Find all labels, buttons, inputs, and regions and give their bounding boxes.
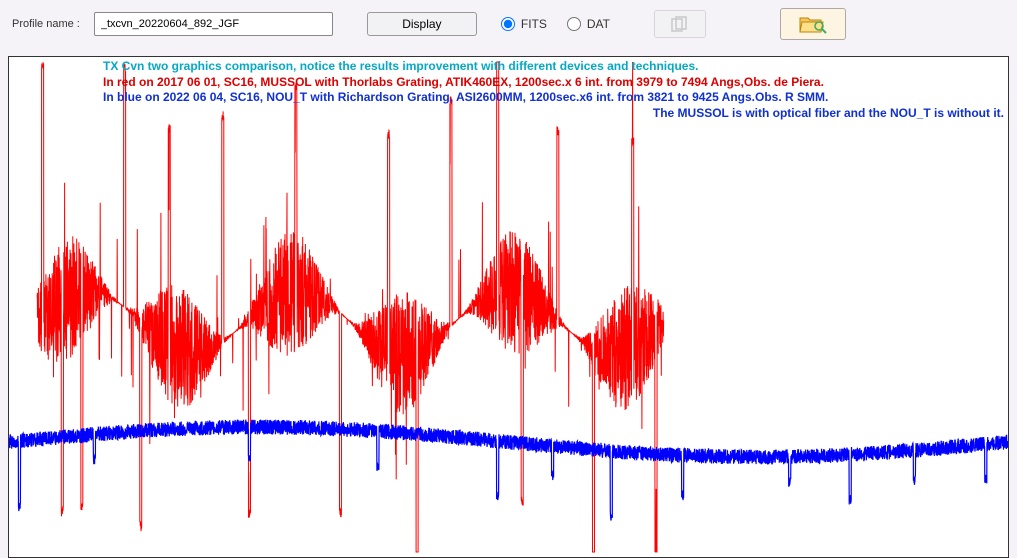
profile-name-input[interactable] (94, 12, 333, 36)
radio-dat-input[interactable] (567, 17, 581, 31)
format-radio-group: FITS DAT (501, 17, 610, 31)
copy-button (654, 10, 706, 38)
spectrum-plot (9, 57, 1008, 557)
radio-dat[interactable]: DAT (567, 17, 610, 31)
browse-button[interactable] (780, 8, 846, 40)
copy-icon (671, 16, 689, 32)
chart-annotation: TX Cvn two graphics comparison, notice t… (103, 59, 1004, 121)
series-blue (9, 420, 1008, 521)
folder-search-icon (799, 13, 827, 35)
chart-area[interactable]: TX Cvn two graphics comparison, notice t… (8, 56, 1009, 558)
annot-blue: In blue on 2022 06 04, SC16, NOU_T with … (103, 90, 1004, 106)
annot-note: The MUSSOL is with optical fiber and the… (103, 106, 1004, 122)
annot-red: In red on 2017 06 01, SC16, MUSSOL with … (103, 75, 1004, 91)
series-red (37, 62, 664, 552)
radio-fits-input[interactable] (501, 17, 515, 31)
radio-fits[interactable]: FITS (501, 17, 547, 31)
display-button[interactable]: Display (367, 12, 477, 36)
profile-name-label: Profile name : (12, 18, 80, 30)
annot-title: TX Cvn two graphics comparison, notice t… (103, 59, 1004, 75)
toolbar: Profile name : Display FITS DAT (0, 0, 1017, 52)
